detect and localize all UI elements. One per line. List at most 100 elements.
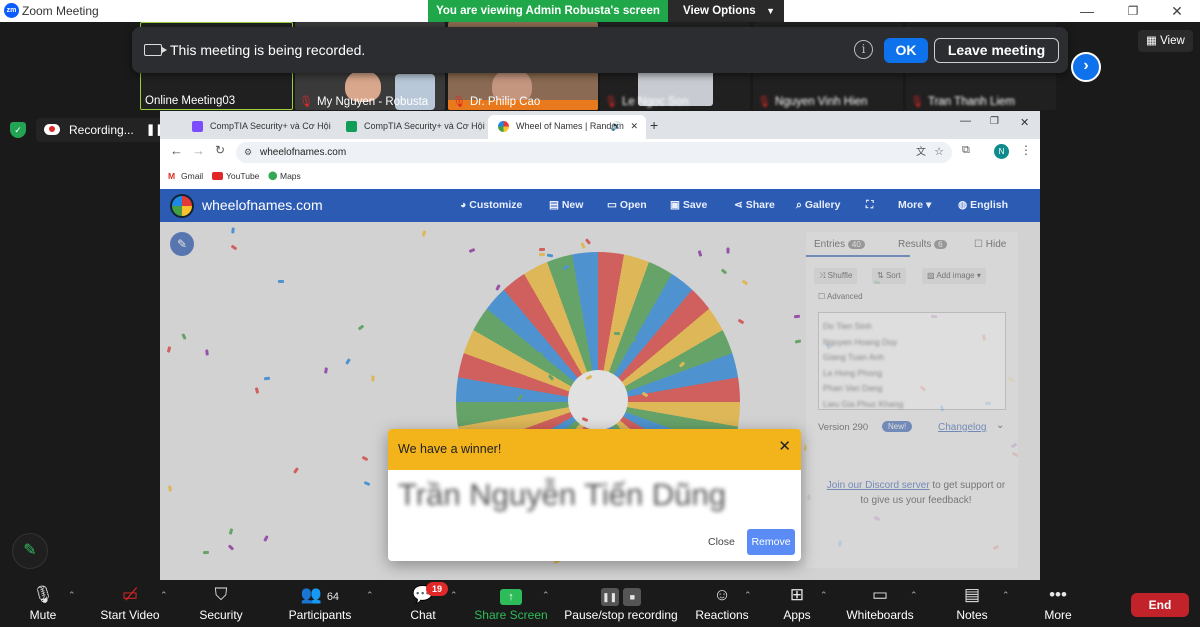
info-icon[interactable]: i (854, 40, 873, 59)
chevron-up-icon[interactable]: ⌃ (1002, 590, 1010, 601)
view-label: View (1160, 35, 1185, 47)
menu-more[interactable]: More ▾ (898, 199, 931, 211)
chevron-up-icon[interactable]: ⌃ (820, 590, 828, 601)
participant-name: 🎙 Dr. Philip Cao (452, 96, 541, 108)
apps-button[interactable]: ⊞ Apps (752, 585, 842, 622)
forward-icon[interactable]: → (192, 143, 205, 158)
share-screen-icon: ↑ (500, 589, 522, 605)
share-icon: ⋖ (734, 199, 746, 211)
new-tab-icon[interactable]: + (650, 117, 658, 133)
menu-customize[interactable]: ◕ Customize (460, 199, 522, 211)
muted-mic-icon: 🎙 (604, 96, 618, 108)
chevron-up-icon[interactable]: ⌃ (68, 590, 76, 601)
dialog-title: We have a winner! (398, 442, 502, 456)
close-window-icon[interactable]: ✕ (1168, 2, 1186, 20)
zoom-logo-icon: zm (4, 3, 19, 18)
chevron-up-icon[interactable]: ⌃ (160, 590, 168, 601)
menu-open[interactable]: ▭ Open (607, 199, 647, 211)
muted-mic-icon: 🎙 (910, 96, 924, 108)
participants-icon: 👥 64 (300, 585, 340, 604)
bookmark-youtube[interactable]: YouTube (226, 171, 259, 181)
view-button[interactable]: ▦ View (1138, 30, 1193, 52)
chevron-up-icon[interactable]: ⌃ (366, 590, 374, 601)
star-icon[interactable]: ☆ (934, 142, 944, 163)
shield-check-icon: ✓ (10, 122, 26, 138)
search-icon: ⌕ (796, 199, 805, 211)
site-settings-icon[interactable]: ⚙ (244, 142, 252, 163)
app-header: wheelofnames.com ◕ Customize ▤ New ▭ Ope… (160, 189, 1040, 222)
security-button[interactable]: ⛉ Security (176, 585, 266, 622)
close-icon[interactable]: ✕ (778, 429, 791, 465)
maps-icon: ⬤ (268, 170, 278, 180)
wheel-logo-icon[interactable] (170, 194, 194, 218)
chevron-up-icon[interactable]: ⌃ (450, 590, 458, 601)
apps-icon: ⊞ (789, 585, 805, 604)
address-row: ← → ↻ ⚙ wheelofnames.com 文 ☆ ⧉ N ⋮ (160, 139, 1040, 165)
minimize-icon[interactable]: — (960, 115, 971, 127)
app-brand[interactable]: wheelofnames.com (202, 197, 323, 213)
bookmark-gmail[interactable]: Gmail (181, 171, 203, 181)
view-options-button[interactable]: View Options ▼ (668, 0, 784, 22)
menu-gallery[interactable]: ⌕ Gallery (796, 199, 840, 212)
close-window-icon[interactable]: ✕ (1020, 116, 1029, 129)
reload-icon[interactable]: ↻ (215, 143, 225, 157)
recording-notice-text: This meeting is being recorded. (170, 42, 366, 58)
menu-share[interactable]: ⋖ Share (734, 199, 775, 211)
camera-icon (144, 44, 167, 56)
file-icon: ▤ (549, 199, 562, 211)
recording-label: Recording... (69, 123, 134, 137)
globe-icon: ◍ (958, 199, 971, 211)
browser-tab[interactable]: CompTIA Security+ và Cơ Hội (182, 115, 336, 139)
chevron-up-icon[interactable]: ⌃ (910, 590, 918, 601)
palette-icon: ◕ (460, 199, 470, 211)
remove-button[interactable]: Remove (747, 529, 795, 555)
menu-new[interactable]: ▤ New (549, 199, 583, 211)
restore-icon[interactable]: ❐ (1124, 2, 1142, 20)
window-title: Zoom Meeting (22, 4, 99, 18)
winner-name: Trần Nguyễn Tiến Dũng (398, 477, 726, 512)
restore-icon[interactable]: ❐ (990, 116, 999, 127)
muted-mic-icon: 🎙 (452, 96, 466, 108)
save-icon: ▣ (670, 199, 683, 211)
annotate-pen-icon[interactable]: ✎ (12, 533, 48, 569)
profile-avatar[interactable]: N (994, 144, 1009, 159)
recording-notice: This meeting is being recorded. i OK Lea… (132, 27, 1068, 73)
tab-strip: CompTIA Security+ và Cơ Hội CompTIA Secu… (160, 111, 1040, 139)
url-bar[interactable]: ⚙ wheelofnames.com 文 ☆ (236, 142, 952, 163)
chat-unread-badge: 19 (426, 582, 448, 596)
shield-icon: ⛉ (214, 585, 228, 604)
chevron-up-icon[interactable]: ⌃ (744, 590, 752, 601)
fullscreen-icon[interactable]: ⛶ (866, 199, 873, 212)
close-button[interactable]: Close (708, 536, 735, 548)
end-meeting-button[interactable]: End (1131, 593, 1189, 617)
browser-tab-active[interactable]: Wheel of Names | Random 🔊 ✕ (488, 115, 646, 139)
url-text: wheelofnames.com (260, 147, 347, 158)
minimize-icon[interactable]: — (1078, 2, 1096, 20)
more-dots-icon: ••• (1049, 585, 1067, 604)
menu-save[interactable]: ▣ Save (670, 199, 707, 211)
viewing-share-banner: You are viewing Admin Robusta's screen (428, 0, 668, 22)
close-tab-icon[interactable]: ✕ (630, 115, 638, 137)
muted-mic-icon: 🎙 (299, 96, 313, 108)
back-icon[interactable]: ← (170, 143, 183, 158)
menu-language[interactable]: ◍ English (958, 199, 1008, 211)
view-options-label: View Options (683, 5, 756, 17)
browser-tab[interactable]: CompTIA Security+ và Cơ Hội (336, 115, 490, 139)
participant-count: 64 (326, 591, 340, 603)
participants-button[interactable]: 👥 64 Participants (275, 585, 365, 622)
shared-browser-window: CompTIA Security+ và Cơ Hội CompTIA Secu… (160, 111, 1040, 580)
sheets-icon (346, 121, 357, 132)
extensions-icon[interactable]: ⧉ (962, 144, 970, 157)
leave-meeting-button[interactable]: Leave meeting (934, 38, 1059, 63)
bookmark-maps[interactable]: Maps (280, 171, 301, 181)
folder-icon: ▭ (607, 199, 620, 211)
chevron-up-icon[interactable]: ⌃ (542, 590, 550, 601)
ok-button[interactable]: OK (884, 38, 928, 63)
chevron-right-icon[interactable]: › (1071, 52, 1101, 82)
caret-down-icon: ▾ (923, 199, 932, 211)
pause-stop-recording-button[interactable]: ❚❚ ■ Pause/stop recording (556, 585, 686, 622)
menu-kebab-icon[interactable]: ⋮ (1020, 143, 1032, 157)
more-button[interactable]: ••• More (1013, 585, 1103, 622)
participant-name: 🎙 Nguyen Vinh Hien (757, 96, 868, 108)
translate-icon[interactable]: 文 (916, 142, 926, 163)
